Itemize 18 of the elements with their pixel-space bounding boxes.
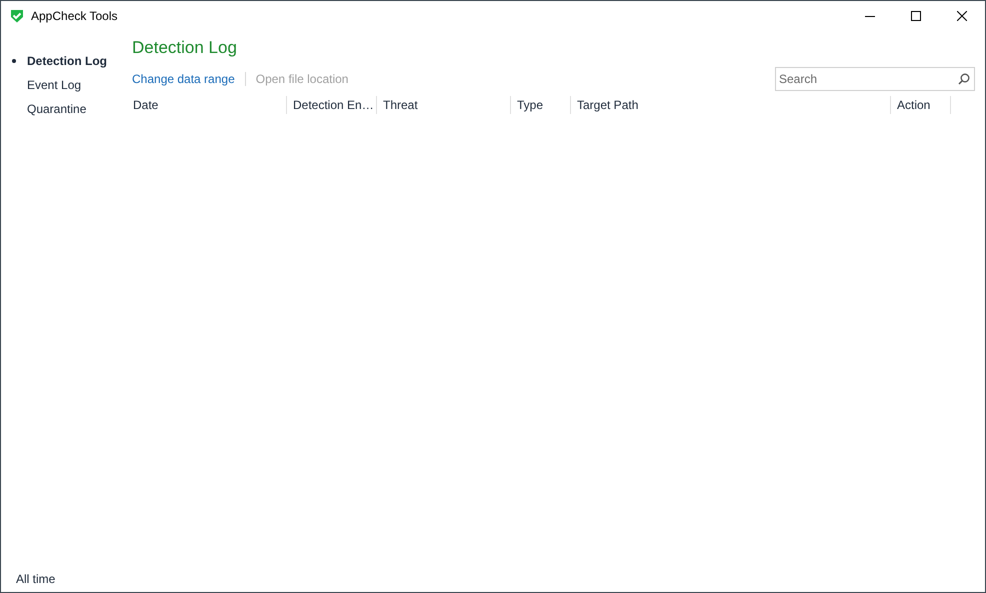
column-header[interactable]: Action [896, 98, 930, 112]
search-icon [958, 73, 970, 85]
search-field[interactable]: Search [775, 67, 975, 91]
sidebar-item[interactable]: Event Log [1, 73, 132, 97]
sidebar-item[interactable]: Quarantine [1, 97, 132, 121]
close-icon [957, 11, 967, 21]
maximize-icon [911, 11, 921, 21]
column-header[interactable]: Threat [382, 98, 418, 112]
page-title: Detection Log [132, 38, 238, 59]
column-header[interactable]: Type [516, 98, 544, 112]
column-header[interactable]: Date [132, 98, 158, 112]
column-header[interactable]: Target Path [576, 98, 638, 112]
column-header[interactable]: Detection En… [292, 98, 374, 112]
sidebar-item[interactable]: Detection Log [1, 49, 132, 73]
toolbar-link[interactable]: Change data range [132, 72, 235, 86]
shield-check-icon [10, 9, 24, 23]
window-title: AppCheck Tools [31, 9, 118, 23]
status-text: All time [16, 572, 56, 586]
